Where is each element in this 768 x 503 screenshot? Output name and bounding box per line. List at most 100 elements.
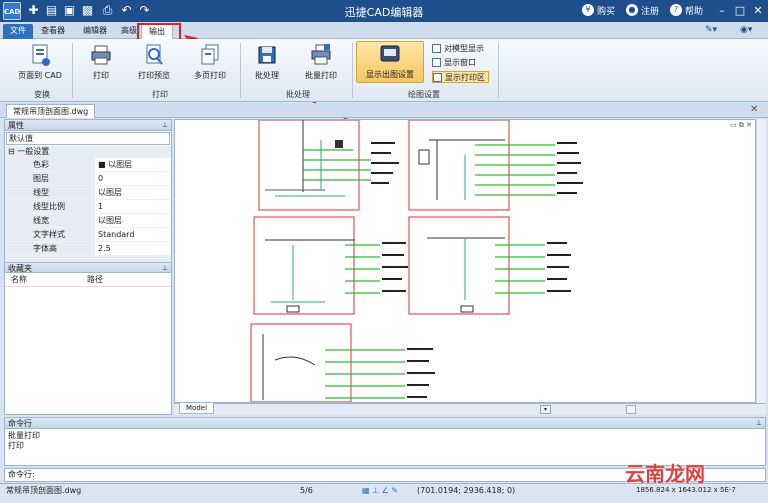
property-key: 文字样式 xyxy=(5,228,95,241)
property-key: 线宽 xyxy=(5,214,95,227)
pin-icon[interactable]: ⊥ xyxy=(756,418,762,429)
multi-page-print-button[interactable]: 多页打印 xyxy=(182,43,238,81)
command-prompt: 命令行: xyxy=(8,470,35,479)
checkbox-icon xyxy=(432,44,441,53)
command-history-line: 打印 xyxy=(8,441,24,450)
property-row[interactable]: 文字样式 Standard xyxy=(5,228,171,242)
batch-icon xyxy=(258,46,276,64)
about-icon[interactable]: ◉▾ xyxy=(740,25,752,35)
style-dropdown-icon[interactable]: ✎▾ xyxy=(705,25,717,35)
watermark: 云南龙网 xyxy=(625,462,705,486)
favorites-header: 收藏夹 ⊥ xyxy=(5,262,171,273)
batch-print-icon xyxy=(311,44,331,65)
show-print-area-label: 显示打印区 xyxy=(445,73,485,82)
property-row[interactable]: 字体高 2.5 xyxy=(5,242,171,256)
checkbox-icon xyxy=(432,58,441,67)
print-preview-button[interactable]: 打印预览 xyxy=(126,43,182,81)
cart-icon[interactable]: ¥ xyxy=(582,4,594,16)
show-window-check[interactable]: 显示窗口 xyxy=(432,57,476,69)
property-key: 色彩 xyxy=(5,158,95,171)
print-label: 打印 xyxy=(93,71,109,80)
show-in-model-label: 对模型显示 xyxy=(444,44,484,53)
property-row[interactable]: 色彩 ■ 以图层 xyxy=(5,158,171,172)
property-row[interactable]: 线型 以图层 xyxy=(5,186,171,200)
group-label-print: 打印 xyxy=(152,90,168,99)
show-in-model-check[interactable]: 对模型显示 xyxy=(432,43,484,55)
left-panel: 属性 ⊥ 默认值 ⊟ 一般设置 色彩 ■ 以图层 图层 0 线型 以图层 线型比例 1 … xyxy=(4,119,172,415)
document-tab[interactable]: 常规吊顶剖面图.dwg xyxy=(6,104,96,118)
group-label-plot-settings: 绘图设置 xyxy=(408,90,440,99)
pin-icon[interactable]: ⊥ xyxy=(162,263,168,274)
tab-editor[interactable]: 编辑器 xyxy=(76,24,114,39)
property-value: 2.5 xyxy=(98,244,111,253)
group-separator xyxy=(498,43,499,98)
close-document-icon[interactable]: ✕ xyxy=(750,104,758,115)
property-key: 图层 xyxy=(5,172,95,185)
checkbox-icon xyxy=(433,73,442,82)
property-value: 0 xyxy=(98,174,104,183)
close-button[interactable]: ✕ xyxy=(750,3,766,18)
property-key: 字体高 xyxy=(5,242,95,255)
favorites-col-name[interactable]: 名称 xyxy=(5,273,87,286)
page-to-cad-button[interactable]: 页面到 CAD xyxy=(12,43,68,81)
property-value: 以图层 xyxy=(98,216,122,225)
horizontal-scrollbar[interactable]: ▾ xyxy=(174,403,766,415)
viewport-controls-icon[interactable]: ▭ ⧉ ✕ xyxy=(730,121,752,130)
general-section[interactable]: ⊟ 一般设置 xyxy=(5,146,171,158)
properties-header: 属性 ⊥ xyxy=(5,120,171,131)
printer-icon xyxy=(91,45,111,65)
scroll-thumb[interactable] xyxy=(626,405,636,414)
command-history: 批量打印 打印 xyxy=(5,429,765,453)
property-row[interactable]: 线型比例 1 xyxy=(5,200,171,214)
buy-link[interactable]: 购买 xyxy=(597,4,615,17)
print-preview-icon xyxy=(146,44,163,65)
ribbon: 页面到 CAD 打印 打印预览 多页打印 批处理 批量打印 显示出图设置 对模型… xyxy=(0,39,768,102)
property-value: ■ 以图层 xyxy=(98,160,133,169)
show-print-area-check[interactable]: 显示打印区 xyxy=(432,71,489,83)
print-button[interactable]: 打印 xyxy=(74,43,128,81)
pin-icon[interactable]: ⊥ xyxy=(162,120,168,131)
properties-select[interactable]: 默认值 xyxy=(6,132,170,145)
favorites-title: 收藏夹 xyxy=(8,264,32,273)
property-value: 1 xyxy=(98,202,104,211)
cad-drawing xyxy=(250,119,583,403)
group-separator xyxy=(352,43,353,98)
property-row[interactable]: 图层 0 xyxy=(5,172,171,186)
command-header: 命令行 ⊥ xyxy=(5,418,765,429)
drawing-canvas[interactable]: ▭ ⧉ ✕ xyxy=(174,119,756,403)
output-settings-icon xyxy=(380,45,400,62)
command-title: 命令行 xyxy=(8,419,32,428)
user-icon[interactable]: ● xyxy=(626,4,638,16)
page-to-cad-label: 页面到 CAD xyxy=(18,71,62,80)
status-file: 常规吊顶剖面图.dwg xyxy=(6,486,82,495)
property-key: 线型 xyxy=(5,186,95,199)
property-value: 以图层 xyxy=(98,188,122,197)
snap-toggle-icons[interactable]: ▦ ⊥ ∠ ✎ xyxy=(362,484,398,497)
help-link[interactable]: 帮助 xyxy=(685,4,703,17)
layout-dropdown-icon[interactable]: ▾ xyxy=(540,405,551,414)
batch-label: 批处理 xyxy=(255,71,279,80)
status-page: 5/6 xyxy=(300,486,313,495)
batch-button[interactable]: 批处理 xyxy=(239,43,295,81)
minimize-button[interactable]: – xyxy=(714,3,730,18)
property-row[interactable]: 线宽 以图层 xyxy=(5,214,171,228)
favorites-col-path[interactable]: 路径 xyxy=(87,273,171,286)
tab-file[interactable]: 文件 xyxy=(3,24,33,39)
property-value: Standard xyxy=(98,230,135,239)
batch-print-button[interactable]: 批量打印 xyxy=(293,43,349,81)
vertical-scrollbar[interactable] xyxy=(756,119,766,403)
title-bar: CAD ✚ ▤ ▣ ▩ ⎙ ↶ ↷ 迅捷CAD编辑器 ¥ 购买 ● 注册 ? 帮… xyxy=(0,0,768,22)
property-key: 线型比例 xyxy=(5,200,95,213)
help-icon[interactable]: ? xyxy=(670,4,682,16)
maximize-button[interactable]: □ xyxy=(732,3,748,18)
show-output-settings-button[interactable]: 显示出图设置 xyxy=(356,41,424,83)
show-output-settings-label: 显示出图设置 xyxy=(366,70,414,79)
ribbon-tab-bar: 文件 查看器 编辑器 高级 输出 ✎▾ ◉▾ xyxy=(0,22,768,39)
print-preview-label: 打印预览 xyxy=(138,71,170,80)
model-tab[interactable]: Model xyxy=(179,403,215,414)
tab-viewer[interactable]: 查看器 xyxy=(34,24,72,39)
favorites-columns: 名称 路径 xyxy=(5,273,171,287)
register-link[interactable]: 注册 xyxy=(641,4,659,17)
status-coords: (701.0194; 2936.418; 0) xyxy=(417,486,516,495)
batch-print-label: 批量打印 xyxy=(305,71,337,80)
